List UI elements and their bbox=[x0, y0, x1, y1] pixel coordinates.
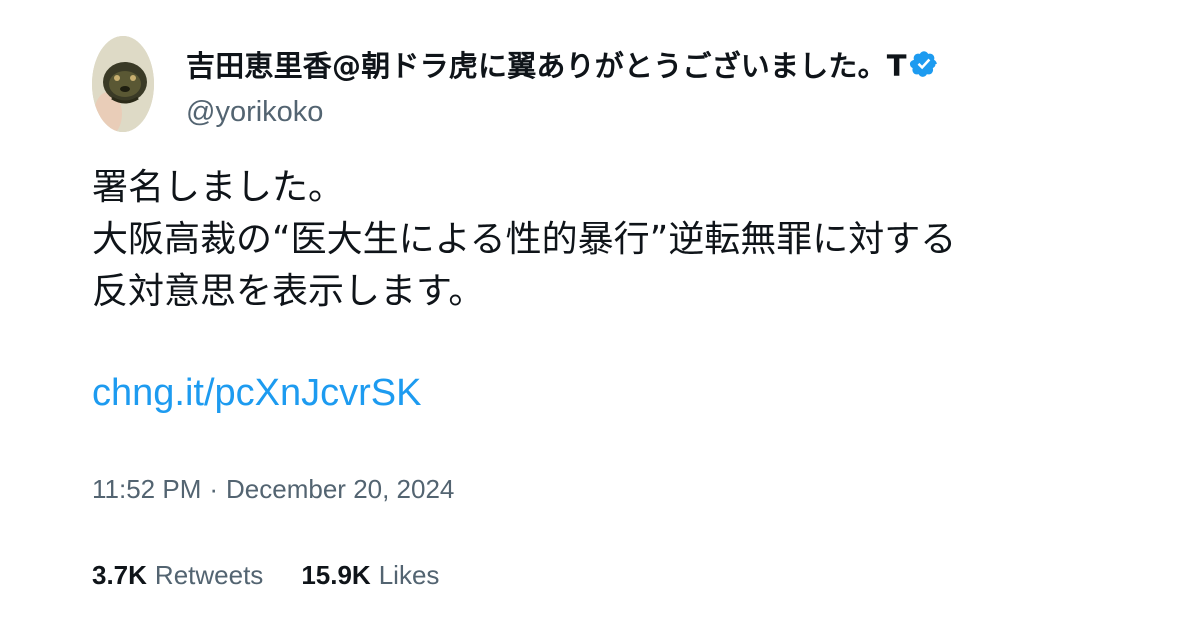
retweets-stat[interactable]: 3.7K Retweets bbox=[92, 560, 263, 591]
likes-count: 15.9K bbox=[301, 560, 371, 590]
author-display-name[interactable]: 吉田恵里香@朝ドラ虎に翼ありがとうございました。T bbox=[186, 43, 907, 85]
tweet-card: 吉田恵里香@朝ドラ虎に翼ありがとうございました。T @yorikoko 署名しま… bbox=[0, 0, 1200, 627]
tweet-text-line: 反対意思を表示します。 bbox=[92, 271, 485, 312]
tweet-text-line: 大阪高裁の“医大生による性的暴行”逆転無罪に対する bbox=[92, 219, 957, 260]
avatar[interactable] bbox=[92, 36, 154, 132]
tweet-text-line: 署名しました。 bbox=[92, 167, 345, 208]
retweets-label: Retweets bbox=[154, 560, 264, 590]
likes-label: Likes bbox=[378, 560, 440, 590]
retweets-count: 3.7K bbox=[92, 560, 147, 590]
author-handle[interactable]: @yorikoko bbox=[186, 96, 323, 129]
tweet-text: 署名しました。 大阪高裁の“医大生による性的暴行”逆転無罪に対する 反対意思を表… bbox=[92, 162, 1122, 318]
likes-stat[interactable]: 15.9K Likes bbox=[301, 560, 439, 591]
tweet-date: December 20, 2024 bbox=[226, 474, 455, 504]
timestamp-separator: · bbox=[209, 474, 219, 504]
tweet-stats: 3.7K Retweets 15.9K Likes bbox=[92, 560, 477, 591]
avatar-image bbox=[92, 36, 154, 132]
tweet-link[interactable]: chng.it/pcXnJcvrSK bbox=[92, 372, 421, 415]
verified-badge-icon bbox=[909, 51, 937, 77]
tweet-timestamp[interactable]: 11:52 PM · December 20, 2024 bbox=[92, 474, 454, 505]
tweet-header: 吉田恵里香@朝ドラ虎に翼ありがとうございました。T @yorikoko bbox=[92, 36, 1122, 136]
author-name-row[interactable]: 吉田恵里香@朝ドラ虎に翼ありがとうございました。T bbox=[186, 42, 1116, 86]
tweet-time: 11:52 PM bbox=[92, 474, 202, 504]
